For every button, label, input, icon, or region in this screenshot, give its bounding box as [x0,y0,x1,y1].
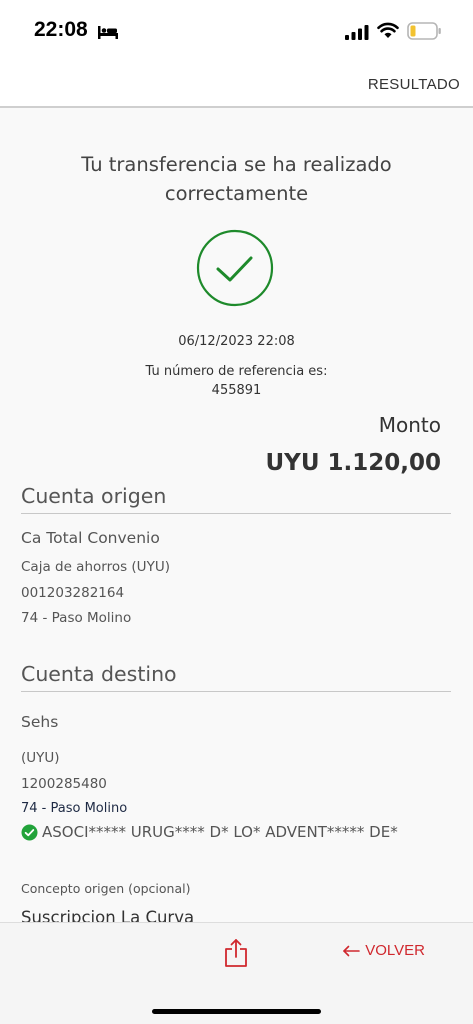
destination-account-number: 1200285480 [21,776,107,792]
transfer-result-content[interactable]: Tu transferencia se ha realizado correct… [0,110,473,922]
share-button[interactable] [221,937,251,969]
origin-account-name: Ca Total Convenio [21,529,160,547]
destination-currency: (UYU) [21,750,60,766]
back-button[interactable]: VOLVER [342,942,425,959]
wifi-icon [377,22,399,38]
amount-label: Monto [378,413,441,437]
destination-account-name: Sehs [21,713,59,731]
check-circle-icon [196,229,274,307]
beneficiary-name: ASOCI***** URUG**** D* LO* ADVENT***** D… [42,823,398,841]
origin-branch: 74 - Paso Molino [21,610,132,626]
verified-check-icon [21,824,38,840]
origin-account-number: 001203282164 [21,585,125,601]
status-time: 22:08 [34,18,88,41]
transfer-datetime: 06/12/2023 22:08 [178,334,295,349]
amount-value: UYU 1.120,00 [265,450,441,476]
reference-label: Tu número de referencia es: [145,364,328,379]
destination-branch: 74 - Paso Molino [21,801,128,816]
cellular-signal-icon [345,25,369,40]
destination-section-title: Cuenta destino [21,662,451,692]
home-indicator[interactable] [152,1009,321,1014]
battery-low-icon [407,22,441,40]
bed-icon [98,26,118,39]
arrow-left-icon [343,945,361,956]
origin-section-title: Cuenta origen [21,484,451,514]
top-nav: RESULTADO [0,62,473,108]
beneficiary-row: ASOCI***** URUG**** D* LO* ADVENT***** D… [21,823,398,841]
concept-label: Concepto origen (opcional) [21,881,191,896]
concept-value: Suscripcion La Curva [21,908,195,922]
share-icon [225,939,247,967]
page-title: RESULTADO [367,76,460,93]
status-bar: 22:08 [0,0,473,62]
reference-number: 455891 [211,383,262,398]
bottom-action-bar: VOLVER [0,922,473,1024]
back-button-label: VOLVER [365,942,425,959]
origin-account-type: Caja de ahorros (UYU) [21,559,170,575]
success-message: Tu transferencia se ha realizado correct… [81,153,392,205]
